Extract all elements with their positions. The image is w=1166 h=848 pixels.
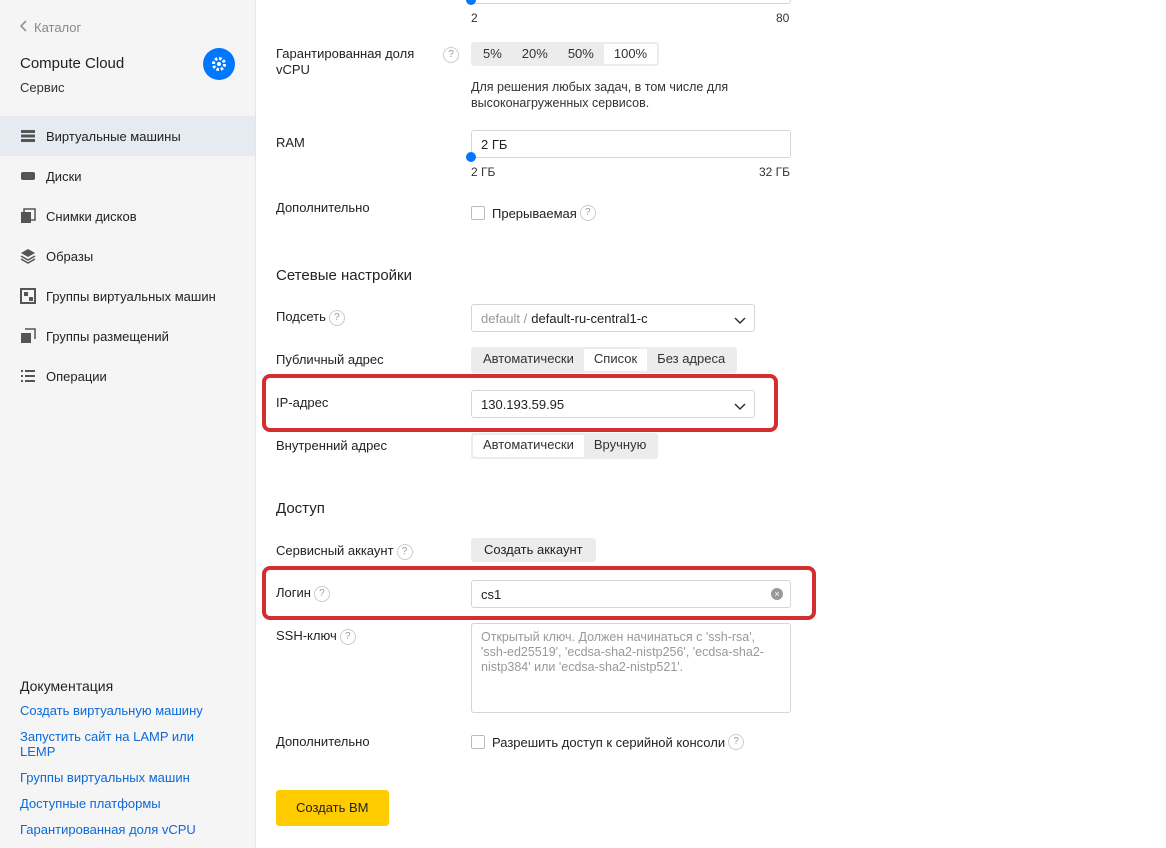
doc-link[interactable]: Доступные платформы bbox=[20, 796, 240, 811]
chevron-left-icon bbox=[19, 20, 28, 35]
list-icon bbox=[20, 368, 36, 384]
layers-icon bbox=[20, 248, 36, 264]
serial-console-label: Разрешить доступ к серийной консоли bbox=[492, 734, 726, 750]
ram-value: 2 ГБ bbox=[481, 136, 508, 152]
server-icon bbox=[20, 128, 36, 144]
internal-address-selector: Автоматически Вручную bbox=[471, 433, 659, 459]
group-icon bbox=[20, 288, 36, 304]
preemptible-checkbox[interactable]: Прерываемая ? bbox=[471, 205, 596, 221]
service-subtitle: Сервис bbox=[20, 80, 65, 95]
ip-address-label: IP-адрес bbox=[276, 395, 329, 410]
preemptible-label: Прерываемая bbox=[492, 205, 577, 221]
sidebar-item-label: Снимки дисков bbox=[46, 208, 137, 224]
chevron-down-icon bbox=[734, 399, 746, 411]
ram-input[interactable]: 2 ГБ bbox=[471, 130, 791, 158]
clear-icon[interactable]: × bbox=[771, 588, 783, 600]
help-icon[interactable]: ? bbox=[728, 734, 745, 750]
help-icon[interactable]: ? bbox=[443, 47, 459, 63]
chevron-down-icon bbox=[734, 313, 746, 325]
vcpu-slider-min: 2 bbox=[471, 11, 478, 25]
docs-section: Документация Создать виртуальную машину … bbox=[20, 678, 240, 848]
checkbox-box[interactable] bbox=[471, 206, 485, 220]
doc-link[interactable]: Гарантированная доля vCPU bbox=[20, 822, 240, 837]
vcpu-share-option[interactable]: 20% bbox=[512, 44, 558, 64]
extra-label: Дополнительно bbox=[276, 200, 370, 215]
public-address-selector: Автоматически Список Без адреса bbox=[471, 347, 738, 373]
main-form: 2 80 Гарантированная доля vCPU ? 5% 20% … bbox=[256, 0, 1166, 848]
vcpu-share-hint: Для решения любых задач, в том числе для… bbox=[471, 80, 729, 110]
network-section-title: Сетевые настройки bbox=[276, 267, 412, 284]
extra-label-2: Дополнительно bbox=[276, 734, 370, 749]
public-address-option[interactable]: Без адреса bbox=[647, 349, 735, 371]
login-label: Логин? bbox=[276, 585, 330, 602]
vcpu-slider-track[interactable] bbox=[471, 0, 791, 4]
sidebar-item-disks[interactable]: Диски bbox=[0, 156, 255, 196]
checkbox-box[interactable] bbox=[471, 735, 485, 749]
vcpu-share-label: Гарантированная доля vCPU bbox=[276, 46, 415, 77]
create-vm-button[interactable]: Создать ВМ bbox=[276, 790, 389, 826]
vcpu-share-option[interactable]: 50% bbox=[558, 44, 604, 64]
ssh-key-placeholder: Открытый ключ. Должен начинаться с 'ssh-… bbox=[481, 630, 764, 674]
sidebar-item-operations[interactable]: Операции bbox=[0, 356, 255, 396]
service-title: Compute Cloud bbox=[20, 55, 125, 72]
doc-link[interactable]: Запустить сайт на LAMP или LEMP bbox=[20, 729, 205, 759]
sidebar-item-placement-groups[interactable]: Группы размещений bbox=[0, 316, 255, 356]
help-icon[interactable]: ? bbox=[579, 205, 596, 221]
subnet-prefix: default / bbox=[481, 310, 528, 326]
vcpu-share-option-selected[interactable]: 100% bbox=[603, 44, 658, 64]
doc-link[interactable]: Создать виртуальную машину bbox=[20, 703, 240, 718]
gear-icon[interactable] bbox=[203, 48, 235, 80]
help-icon[interactable]: ? bbox=[339, 628, 356, 645]
public-address-label: Публичный адрес bbox=[276, 352, 384, 367]
service-account-label: Сервисный аккаунт? bbox=[276, 543, 413, 560]
internal-address-label: Внутренний адрес bbox=[276, 438, 388, 453]
ip-address-select[interactable]: 130.193.59.95 bbox=[471, 390, 755, 418]
sidebar-item-vm-groups[interactable]: Группы виртуальных машин bbox=[0, 276, 255, 316]
vcpu-slider-max: 80 bbox=[776, 11, 790, 25]
subnet-label: Подсеть? bbox=[276, 309, 345, 326]
help-icon[interactable]: ? bbox=[328, 309, 345, 326]
ram-slider-min: 2 ГБ bbox=[471, 165, 496, 179]
sidebar-item-label: Виртуальные машины bbox=[46, 128, 181, 144]
sidebar-item-label: Диски bbox=[46, 168, 82, 184]
disk-icon bbox=[20, 168, 36, 184]
ram-slider-handle[interactable] bbox=[466, 152, 476, 162]
back-label: Каталог bbox=[34, 20, 82, 35]
vcpu-slider-handle[interactable] bbox=[466, 0, 476, 5]
sidebar-item-label: Группы виртуальных машин bbox=[46, 288, 216, 304]
ssh-key-textarea[interactable]: Открытый ключ. Должен начинаться с 'ssh-… bbox=[471, 623, 791, 713]
sidebar-nav: Виртуальные машины Диски Снимки дисков О… bbox=[0, 116, 255, 396]
ssh-key-label: SSH-ключ? bbox=[276, 628, 356, 645]
create-account-button[interactable]: Создать аккаунт bbox=[471, 538, 596, 562]
ram-slider-max: 32 ГБ bbox=[759, 165, 791, 179]
subnet-select[interactable]: default / default-ru-central1-c bbox=[471, 304, 755, 332]
help-icon[interactable]: ? bbox=[396, 543, 413, 560]
vcpu-share-selector: 5% 20% 50% 100% bbox=[471, 42, 660, 66]
placement-icon bbox=[20, 328, 36, 344]
help-icon[interactable]: ? bbox=[313, 585, 330, 602]
ip-address-value: 130.193.59.95 bbox=[481, 396, 565, 412]
vcpu-share-option[interactable]: 5% bbox=[473, 44, 512, 64]
snapshot-icon bbox=[20, 208, 36, 224]
public-address-option-selected[interactable]: Список bbox=[583, 349, 648, 371]
internal-address-option[interactable]: Вручную bbox=[584, 435, 656, 457]
sidebar-item-virtual-machines[interactable]: Виртуальные машины bbox=[0, 116, 255, 156]
sidebar-item-label: Операции bbox=[46, 368, 107, 384]
public-address-option[interactable]: Автоматически bbox=[473, 349, 584, 371]
sidebar-item-images[interactable]: Образы bbox=[0, 236, 255, 276]
docs-title: Документация bbox=[20, 678, 114, 694]
sidebar-item-label: Группы размещений bbox=[46, 328, 169, 344]
internal-address-option-selected[interactable]: Автоматически bbox=[473, 435, 584, 457]
login-input[interactable]: cs1 × bbox=[471, 580, 791, 608]
sidebar: Каталог Compute Cloud Сервис Виртуальные… bbox=[0, 0, 256, 848]
sidebar-item-label: Образы bbox=[46, 248, 94, 264]
login-value: cs1 bbox=[481, 586, 502, 602]
back-link[interactable]: Каталог bbox=[19, 20, 82, 35]
doc-link[interactable]: Группы виртуальных машин bbox=[20, 770, 240, 785]
ram-label: RAM bbox=[276, 135, 305, 150]
sidebar-item-snapshots[interactable]: Снимки дисков bbox=[0, 196, 255, 236]
access-section-title: Доступ bbox=[276, 500, 325, 517]
subnet-value: default-ru-central1-c bbox=[531, 310, 648, 326]
serial-console-checkbox[interactable]: Разрешить доступ к серийной консоли ? bbox=[471, 734, 745, 750]
